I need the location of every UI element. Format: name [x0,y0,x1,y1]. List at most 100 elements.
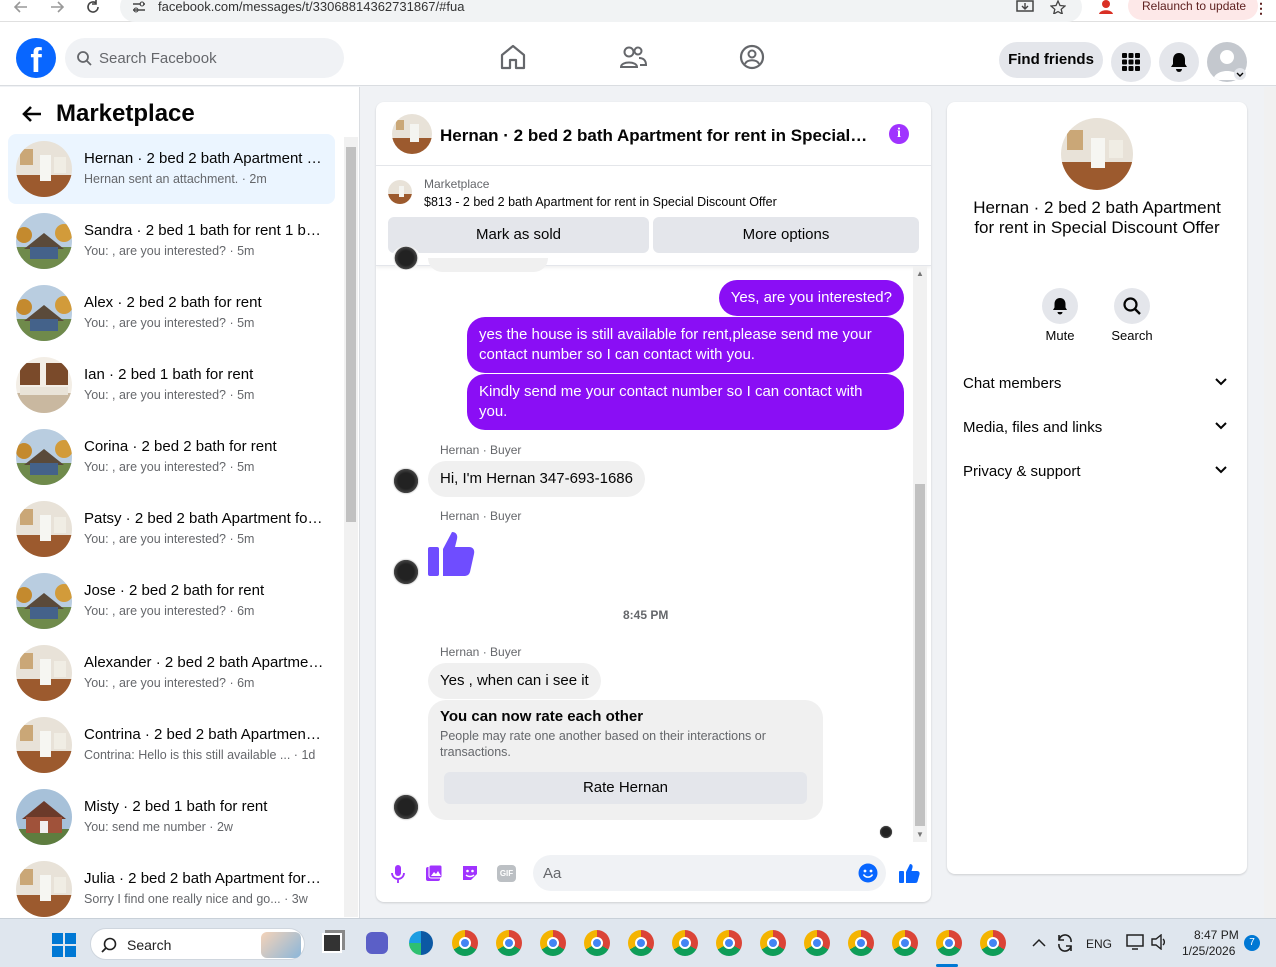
scroll-down-icon[interactable]: ▼ [916,830,924,839]
back-arrow-icon[interactable] [14,1,28,13]
relaunch-button[interactable]: Relaunch to update [1128,0,1258,20]
menu-button[interactable] [1111,42,1151,82]
sync-icon[interactable] [1056,934,1074,952]
conversation-preview: You: , are you interested? · 5m [84,460,255,474]
friends-icon[interactable] [618,42,648,72]
chrome-app-icon[interactable] [540,930,566,956]
chevron-up-icon[interactable] [1032,938,1046,948]
install-app-icon[interactable] [1016,0,1034,14]
chrome-app-icon[interactable] [848,930,874,956]
outgoing-message[interactable]: yes the house is still available for ren… [467,317,904,373]
taskbar-search[interactable]: Search [90,928,305,960]
notifications-button[interactable] [1159,42,1199,82]
notification-badge[interactable]: 7 [1244,935,1260,951]
back-arrow-icon[interactable] [22,105,42,123]
chat-scrollbar[interactable]: ▲ ▼ [913,266,927,842]
sender-avatar[interactable] [392,558,420,586]
facebook-search[interactable] [65,38,344,78]
message-input[interactable] [543,855,843,891]
mark-as-sold-button[interactable]: Mark as sold [388,217,649,253]
chat-title[interactable]: Hernan · 2 bed 2 bath Apartment for rent… [440,126,870,146]
listing-thumbnail[interactable] [388,180,412,204]
listing-photo-icon [16,861,72,917]
listing-photo-icon [16,285,72,341]
conversation-item[interactable]: Contrina · 2 bed 2 bath Apartment for re… [8,710,335,780]
forward-arrow-icon[interactable] [50,1,64,13]
language-indicator[interactable]: ENG [1086,937,1112,951]
conversation-item[interactable]: Alex · 2 bed 2 bath for rent You: , are y… [8,278,335,348]
conversation-item[interactable]: Ian · 2 bed 1 bath for rent You: , are yo… [8,350,335,420]
volume-icon[interactable] [1150,934,1168,950]
scroll-up-icon[interactable]: ▲ [916,269,924,278]
emoji-icon[interactable] [858,863,878,883]
conversation-item[interactable]: Jose · 2 bed 2 bath for rent You: , are y… [8,566,335,636]
home-icon[interactable] [498,42,528,72]
sender-avatar[interactable] [392,467,420,495]
sticker-icon[interactable] [461,864,479,882]
search-conversation-button[interactable] [1114,288,1150,324]
chrome-app-icon[interactable] [672,930,698,956]
chrome-app-icon[interactable] [892,930,918,956]
reload-icon[interactable] [86,0,100,14]
outgoing-message[interactable]: Yes, are you interested? [718,280,904,316]
conversation-item[interactable]: Sandra · 2 bed 1 bath for rent 1 bedroom… [8,206,335,276]
conversation-item[interactable]: Hernan · 2 bed 2 bath Apartment for rent… [8,134,335,204]
task-view-icon[interactable] [322,933,342,953]
privacy-support-row[interactable]: Privacy & support [963,452,1233,492]
listing-description[interactable]: $813 - 2 bed 2 bath Apartment for rent i… [424,195,777,209]
clock-time[interactable]: 8:47 PM [1194,928,1239,942]
groups-icon[interactable] [737,42,767,72]
chrome-app-icon[interactable] [804,930,830,956]
info-icon[interactable]: i [889,124,909,144]
chrome-app-icon[interactable] [760,930,786,956]
sidebar-scroll-thumb[interactable] [346,147,356,522]
sender-avatar [392,246,420,270]
message-input-wrapper[interactable] [533,855,886,891]
facebook-logo-icon[interactable]: f [16,38,56,78]
incoming-message[interactable]: Yes , when can i see it [428,663,601,699]
chat-scroll-thumb[interactable] [915,484,925,826]
media-files-links-row[interactable]: Media, files and links [963,408,1233,448]
network-icon[interactable] [1126,934,1144,950]
browser-toolbar: facebook.com/messages/t/3306881436273186… [0,0,1276,22]
conversation-item[interactable]: Alexander · 2 bed 2 bath Apartment for r… [8,638,335,708]
photo-icon[interactable] [425,864,443,882]
account-chevron-icon[interactable] [1234,68,1246,80]
chrome-app-icon[interactable] [716,930,742,956]
search-input[interactable] [99,38,339,78]
chat-avatar[interactable] [392,114,432,154]
incoming-message[interactable]: Hi, I'm Hernan 347-693-1686 [428,461,645,497]
listing-avatar[interactable] [1061,118,1133,190]
windows-start-icon[interactable] [52,933,76,957]
meet-icon[interactable] [366,932,388,954]
sender-avatar[interactable] [392,793,420,821]
more-options-button[interactable]: More options [653,217,919,253]
thumbs-up-sticker-icon[interactable] [426,529,478,579]
sidebar-scrollbar[interactable] [344,137,358,917]
conversation-item[interactable]: Julia · 2 bed 2 bath Apartment for rent S… [8,854,335,918]
edge-icon[interactable] [409,931,433,955]
site-settings-icon[interactable] [132,1,146,13]
page-scrollbar[interactable] [1264,87,1276,918]
mute-button[interactable] [1042,288,1078,324]
bookmark-star-icon[interactable] [1050,0,1066,14]
chrome-app-icon[interactable] [496,930,522,956]
chrome-app-icon[interactable] [584,930,610,956]
chat-members-row[interactable]: Chat members [963,364,1233,404]
conversation-item[interactable]: Misty · 2 bed 1 bath for rent You: send m… [8,782,335,852]
microphone-icon[interactable] [391,864,405,884]
outgoing-message[interactable]: Kindly send me your contact number so I … [467,374,904,430]
conversation-item[interactable]: Patsy · 2 bed 2 bath Apartment for rent Y… [8,494,335,564]
profile-icon[interactable] [1098,0,1114,14]
browser-menu-icon[interactable]: ⋮ [1254,0,1268,17]
find-friends-button[interactable]: Find friends [999,42,1103,78]
chrome-app-icon[interactable] [628,930,654,956]
chrome-app-icon[interactable] [452,930,478,956]
clock-date[interactable]: 1/25/2026 [1182,944,1235,958]
like-icon[interactable] [898,862,920,884]
chrome-app-icon[interactable] [980,930,1006,956]
conversation-item[interactable]: Corina · 2 bed 2 bath for rent You: , are… [8,422,335,492]
rate-hernan-button[interactable]: Rate Hernan [444,772,807,804]
gif-icon[interactable]: GIF [497,865,516,882]
chrome-app-icon[interactable] [936,930,962,956]
